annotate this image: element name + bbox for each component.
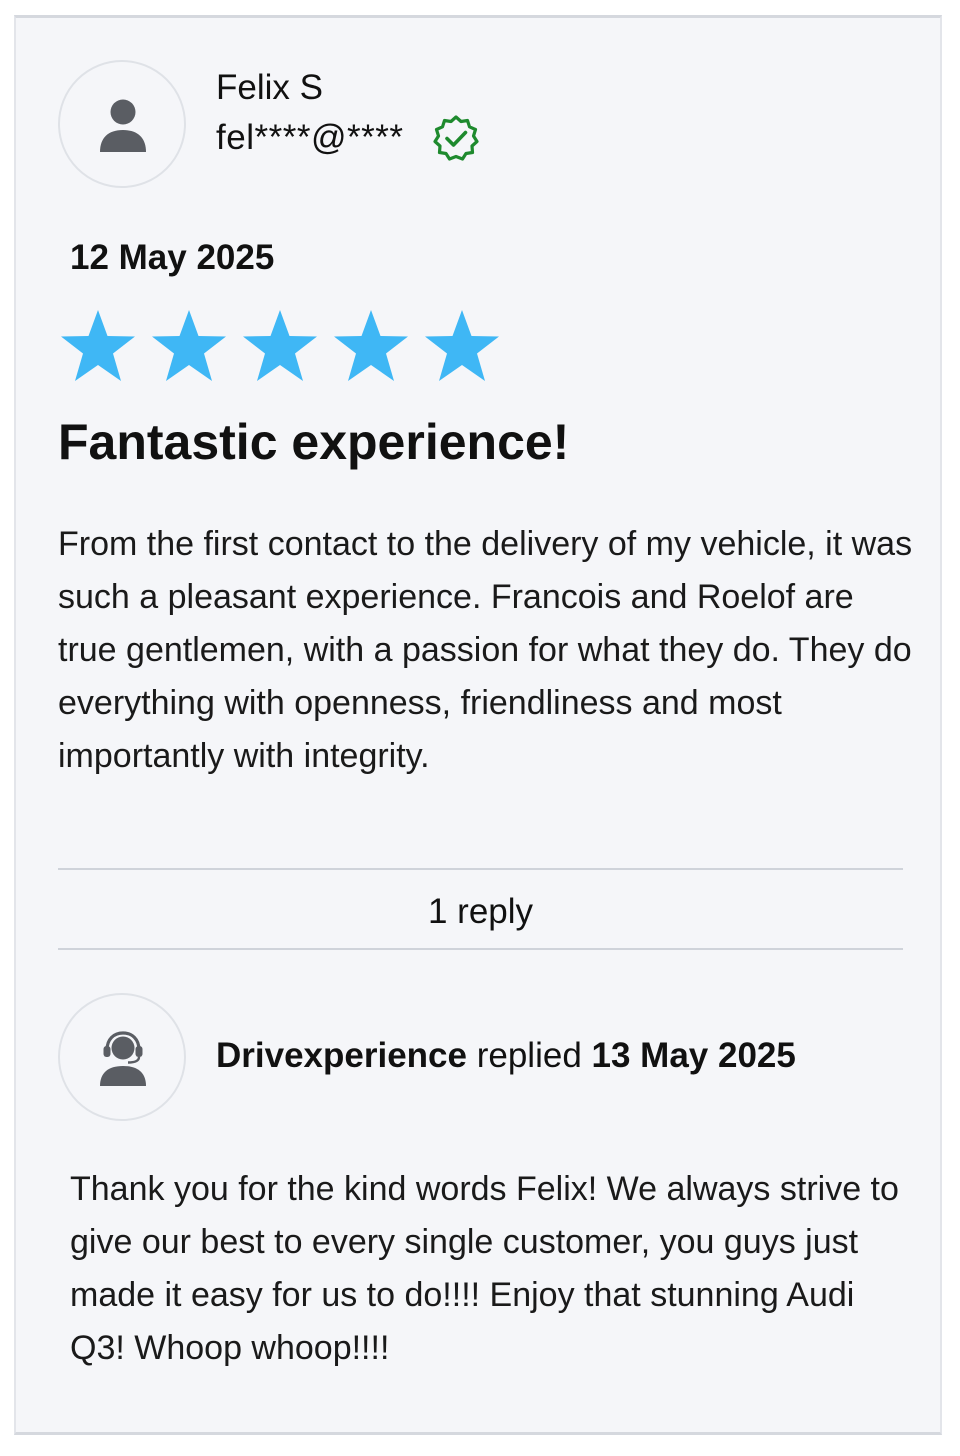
divider [58, 868, 903, 870]
replies-toggle-button[interactable]: 1 reply [58, 876, 903, 956]
review-title: Fantastic experience! [58, 414, 570, 470]
reply-body: Thank you for the kind words Felix! We a… [70, 1170, 899, 1367]
star-icon [425, 310, 499, 381]
reply-company-name: Drivexperience [216, 1036, 467, 1075]
star-icon [152, 310, 226, 381]
review-date: 12 May 2025 [70, 238, 275, 277]
review-card: Felix S fel****@**** 12 May 2025 Fantast… [14, 15, 942, 1435]
divider [58, 948, 903, 950]
reviewer-email: fel****@**** [216, 118, 404, 157]
user-icon [100, 99, 146, 152]
reply-header: Drivexperience replied 13 May 2025 [216, 1036, 796, 1076]
reply-verb: replied [476, 1036, 582, 1075]
review-body: From the first contact to the delivery o… [58, 525, 913, 775]
reviewer-avatar [58, 60, 186, 188]
star-icon [334, 310, 408, 381]
reply-date: 13 May 2025 [591, 1036, 796, 1075]
star-icon [61, 310, 135, 381]
company-avatar [58, 993, 186, 1121]
reviewer-name: Felix S [216, 68, 323, 107]
verified-check-icon [433, 115, 479, 161]
support-agent-icon [100, 1031, 146, 1086]
star-icon [243, 310, 317, 381]
